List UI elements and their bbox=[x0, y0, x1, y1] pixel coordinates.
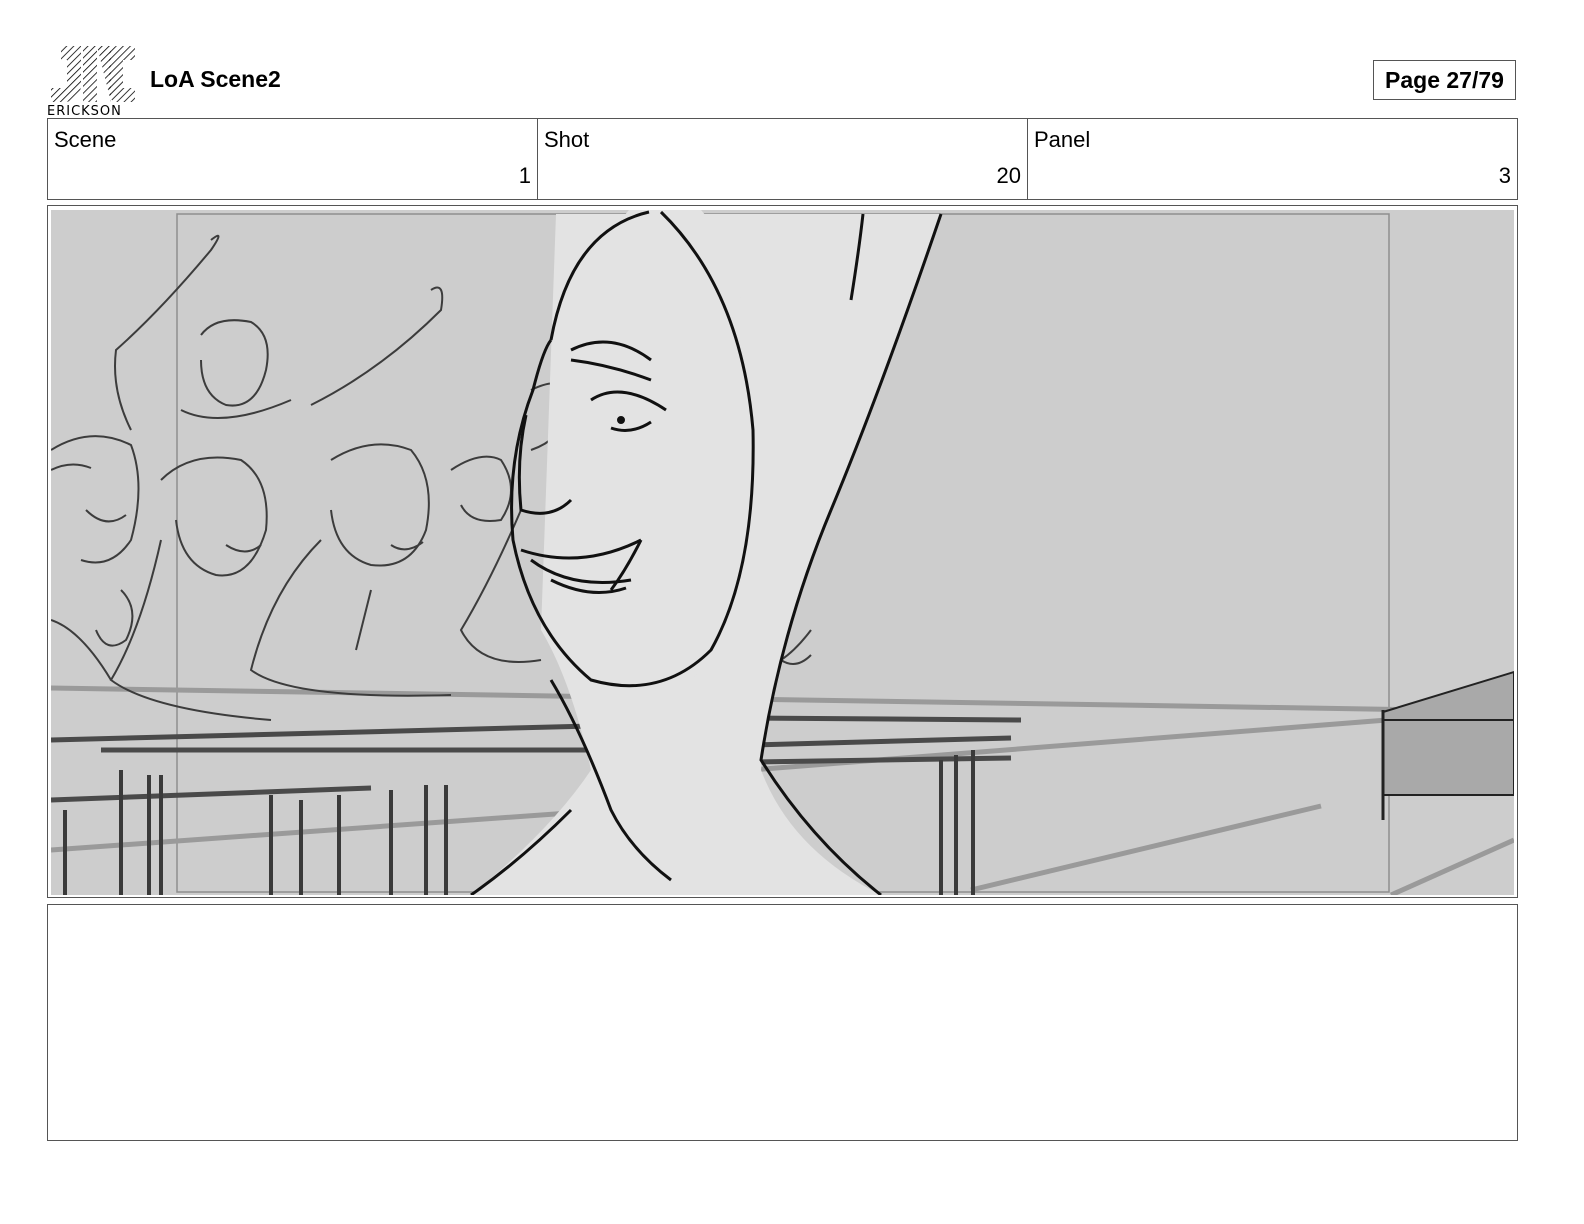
page-number: Page 27/79 bbox=[1373, 60, 1516, 100]
shot-label: Shot bbox=[544, 127, 590, 152]
scene-value: 1 bbox=[518, 163, 531, 188]
studio-logo: ERICKSON bbox=[47, 44, 137, 118]
notes-box[interactable] bbox=[47, 904, 1518, 1141]
shot-info-row: Scene 1 Shot 20 Panel 3 bbox=[47, 118, 1518, 200]
storyboard-panel bbox=[47, 205, 1518, 898]
logo-wordmark: ERICKSON bbox=[47, 104, 124, 119]
board-title: LoA Scene2 bbox=[150, 66, 281, 92]
shot-cell: Shot 20 bbox=[538, 119, 1028, 199]
scene-cell: Scene 1 bbox=[48, 119, 538, 199]
panel-label: Panel bbox=[1034, 127, 1091, 152]
panel-cell: Panel 3 bbox=[1028, 119, 1517, 199]
panel-value: 3 bbox=[1498, 163, 1511, 188]
storyboard-sketch bbox=[51, 210, 1514, 895]
scene-label: Scene bbox=[54, 127, 117, 152]
shot-value: 20 bbox=[996, 163, 1021, 188]
logo-mark-icon bbox=[51, 46, 135, 102]
